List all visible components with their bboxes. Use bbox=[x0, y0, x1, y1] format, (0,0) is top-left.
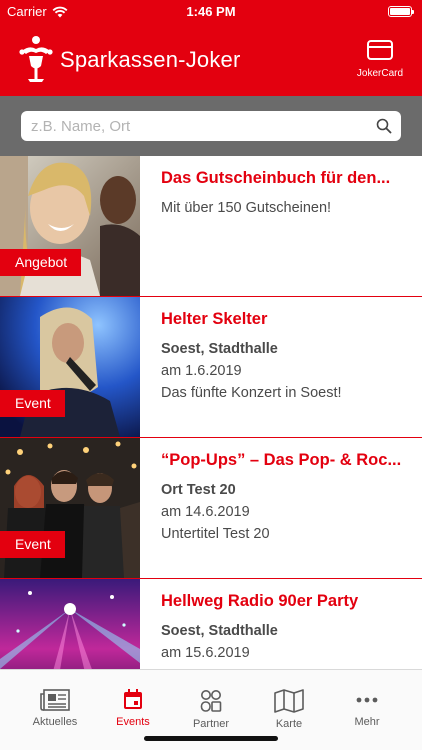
event-date: am 1.6.2019 bbox=[161, 363, 242, 379]
event-title: Hellweg Radio 90er Party bbox=[161, 592, 359, 610]
tab-label: Partner bbox=[192, 718, 230, 730]
tab-label: Karte bbox=[275, 718, 303, 730]
event-title: Helter Skelter bbox=[161, 310, 268, 328]
jokercard-label: JokerCard bbox=[356, 68, 404, 79]
event-text: Das Gutscheinbuch für den... Mit über 15… bbox=[161, 168, 411, 219]
tab-partner[interactable]: Partner bbox=[169, 670, 253, 736]
battery-icon bbox=[388, 6, 414, 17]
map-icon bbox=[274, 689, 304, 713]
app-header: Sparkassen-Joker JokerCard bbox=[0, 24, 422, 96]
newspaper-icon bbox=[40, 689, 70, 711]
event-title: Das Gutscheinbuch für den... bbox=[161, 169, 391, 187]
tab-label: Events bbox=[116, 716, 150, 728]
event-subtitle: Untertitel Test 20 bbox=[161, 526, 270, 542]
tab-events[interactable]: Events bbox=[91, 670, 175, 736]
list-item[interactable]: Hellweg Radio 90er Party Soest, Stadthal… bbox=[0, 579, 422, 669]
list-item[interactable]: Angebot Das Gutscheinbuch für den... Mit… bbox=[0, 156, 422, 297]
event-subtitle: Mit über 150 Gutscheinen! bbox=[161, 200, 332, 216]
card-icon bbox=[367, 40, 393, 60]
jokercard-button[interactable]: JokerCard bbox=[352, 40, 408, 81]
search-input[interactable] bbox=[31, 111, 361, 141]
home-indicator bbox=[144, 736, 278, 741]
joker-logo-icon bbox=[19, 36, 53, 82]
list-item[interactable]: Event Helter Skelter Soest, Stadthalle a… bbox=[0, 297, 422, 438]
event-date: am 14.6.2019 bbox=[161, 504, 250, 520]
event-list: Angebot Das Gutscheinbuch für den... Mit… bbox=[0, 156, 422, 669]
event-text: Hellweg Radio 90er Party Soest, Stadthal… bbox=[161, 591, 411, 664]
event-image bbox=[0, 579, 140, 669]
event-image: Angebot bbox=[0, 156, 140, 296]
search-box[interactable] bbox=[21, 111, 401, 141]
event-image: Event bbox=[0, 297, 140, 437]
status-bar: Carrier 1:46 PM bbox=[0, 0, 422, 24]
event-location: Ort Test 20 bbox=[161, 482, 236, 498]
event-badge: Event bbox=[0, 531, 65, 558]
more-icon bbox=[356, 697, 378, 703]
app-title: Sparkassen-Joker bbox=[60, 47, 241, 72]
event-title: “Pop-Ups” – Das Pop- & Roc... bbox=[161, 451, 402, 469]
event-text: Helter Skelter Soest, Stadthalle am 1.6.… bbox=[161, 309, 411, 404]
event-text: “Pop-Ups” – Das Pop- & Roc... Ort Test 2… bbox=[161, 450, 411, 545]
partner-icon bbox=[200, 690, 222, 712]
status-time: 1:46 PM bbox=[186, 4, 236, 19]
event-badge: Event bbox=[0, 390, 65, 417]
tab-karte[interactable]: Karte bbox=[247, 670, 331, 736]
tab-label: Aktuelles bbox=[32, 716, 78, 728]
event-date: am 15.6.2019 bbox=[161, 645, 250, 661]
event-location: Soest, Stadthalle bbox=[161, 341, 278, 357]
search-area bbox=[0, 96, 422, 156]
search-icon[interactable] bbox=[376, 118, 392, 134]
tab-label: Mehr bbox=[354, 716, 380, 728]
tab-mehr[interactable]: Mehr bbox=[325, 670, 409, 736]
event-location: Soest, Stadthalle bbox=[161, 623, 278, 639]
offer-badge: Angebot bbox=[0, 249, 82, 276]
event-image: Event bbox=[0, 438, 140, 578]
tab-aktuelles[interactable]: Aktuelles bbox=[13, 670, 97, 736]
calendar-icon bbox=[124, 689, 142, 709]
list-item[interactable]: Event “Pop-Ups” – Das Pop- & Roc... Ort … bbox=[0, 438, 422, 579]
event-subtitle: Das fünfte Konzert in Soest! bbox=[161, 385, 342, 401]
